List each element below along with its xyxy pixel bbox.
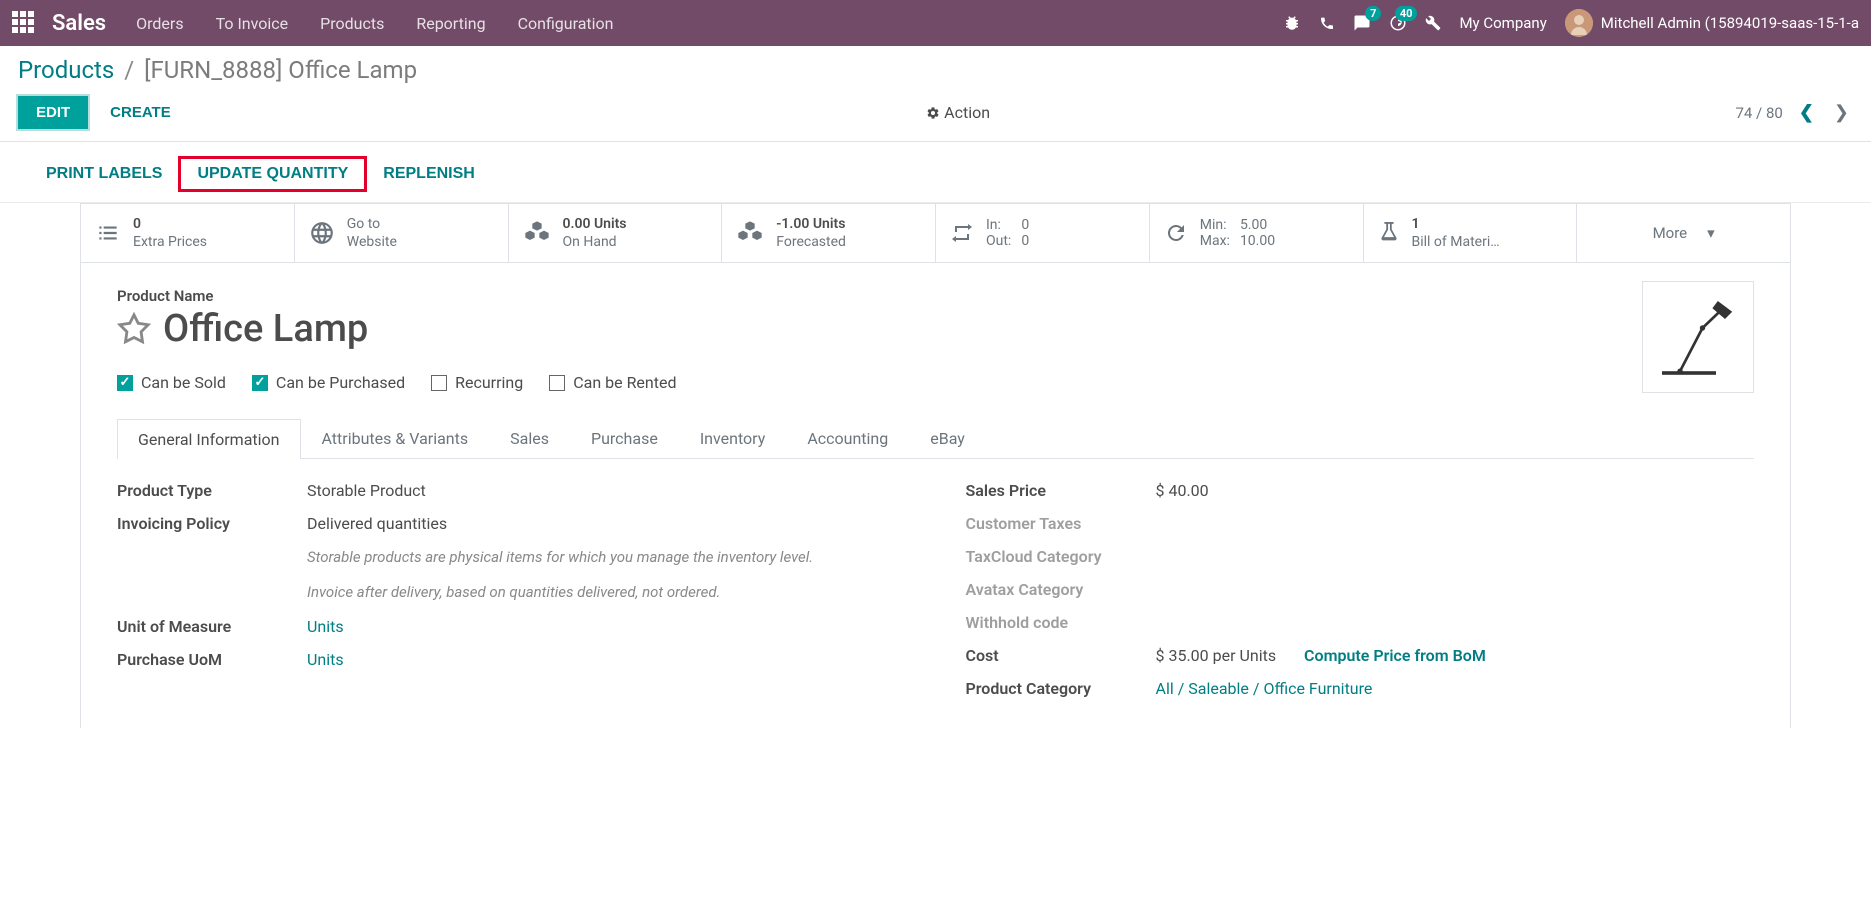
chat-badge: 7 bbox=[1365, 6, 1381, 21]
tab-attributes-variants[interactable]: Attributes & Variants bbox=[301, 418, 490, 458]
edit-button[interactable]: EDIT bbox=[18, 96, 88, 129]
tools-icon[interactable] bbox=[1425, 15, 1441, 31]
apps-icon[interactable] bbox=[12, 11, 36, 35]
tab-sales[interactable]: Sales bbox=[489, 418, 570, 458]
breadcrumb-parent[interactable]: Products bbox=[18, 56, 114, 84]
sales-price-label: Sales Price bbox=[966, 481, 1156, 500]
notebook-tabs: General Information Attributes & Variant… bbox=[117, 418, 1754, 459]
stat-button-row: 0 Extra Prices Go to Website 0.00 Units … bbox=[80, 203, 1791, 263]
bug-icon[interactable] bbox=[1283, 14, 1301, 32]
avatax-label: Avatax Category bbox=[966, 580, 1156, 599]
product-name-label: Product Name bbox=[117, 287, 1754, 305]
favorite-star-icon[interactable] bbox=[117, 312, 151, 346]
menu-to-invoice[interactable]: To Invoice bbox=[216, 14, 289, 33]
company-selector[interactable]: My Company bbox=[1459, 14, 1546, 32]
stat-in-out[interactable]: In:0 Out:0 bbox=[936, 204, 1150, 262]
customer-taxes-label: Customer Taxes bbox=[966, 514, 1156, 533]
tab-inventory[interactable]: Inventory bbox=[679, 418, 787, 458]
menu-configuration[interactable]: Configuration bbox=[518, 14, 614, 33]
cost-label: Cost bbox=[966, 646, 1156, 665]
action-dropdown[interactable]: Action bbox=[926, 103, 990, 122]
caret-down-icon: ▾ bbox=[1707, 224, 1715, 242]
taxcloud-label: TaxCloud Category bbox=[966, 547, 1156, 566]
withhold-label: Withhold code bbox=[966, 613, 1156, 632]
tab-general-information[interactable]: General Information bbox=[117, 419, 301, 459]
stat-on-hand[interactable]: 0.00 Units On Hand bbox=[509, 204, 723, 262]
menu-reporting[interactable]: Reporting bbox=[416, 14, 485, 33]
stat-extra-prices[interactable]: 0 Extra Prices bbox=[81, 204, 295, 262]
purchase-uom-value[interactable]: Units bbox=[307, 650, 906, 669]
refresh-icon bbox=[1164, 221, 1188, 245]
pager-counter[interactable]: 74 / 80 bbox=[1735, 104, 1782, 122]
brand-title[interactable]: Sales bbox=[52, 11, 106, 36]
can-be-rented-checkbox[interactable]: Can be Rented bbox=[549, 373, 676, 392]
update-quantity-button[interactable]: UPDATE QUANTITY bbox=[178, 156, 367, 192]
activity-badge: 40 bbox=[1395, 6, 1418, 21]
help-storable: Storable products are physical items for… bbox=[307, 547, 906, 568]
compute-price-link[interactable]: Compute Price from BoM bbox=[1304, 646, 1486, 665]
purchase-uom-label: Purchase UoM bbox=[117, 650, 307, 669]
control-panel: Products / [FURN_8888] Office Lamp EDIT … bbox=[0, 46, 1871, 142]
invoicing-policy-label: Invoicing Policy bbox=[117, 514, 307, 533]
stat-website[interactable]: Go to Website bbox=[295, 204, 509, 262]
main-menu: Orders To Invoice Products Reporting Con… bbox=[136, 14, 1283, 33]
stat-bom[interactable]: 1 Bill of Materi… bbox=[1364, 204, 1578, 262]
checkbox-row: Can be Sold Can be Purchased Recurring C… bbox=[117, 373, 1754, 392]
avatar bbox=[1565, 9, 1593, 37]
list-icon bbox=[95, 220, 121, 246]
activity-icon[interactable]: 40 bbox=[1389, 14, 1407, 32]
cubes-icon bbox=[523, 219, 551, 247]
can-be-sold-checkbox[interactable]: Can be Sold bbox=[117, 373, 226, 392]
category-label: Product Category bbox=[966, 679, 1156, 698]
sales-price-value: $ 40.00 bbox=[1156, 481, 1755, 500]
product-name: Office Lamp bbox=[163, 307, 368, 351]
replenish-button[interactable]: REPLENISH bbox=[367, 156, 491, 192]
form-sheet: Product Name Office Lamp Can be Sold bbox=[80, 263, 1791, 728]
breadcrumb-current: [FURN_8888] Office Lamp bbox=[144, 56, 417, 84]
tab-accounting[interactable]: Accounting bbox=[786, 418, 909, 458]
chat-icon[interactable]: 7 bbox=[1353, 14, 1371, 32]
top-navbar: Sales Orders To Invoice Products Reporti… bbox=[0, 0, 1871, 46]
stat-min-max[interactable]: Min:5.00 Max:10.00 bbox=[1150, 204, 1364, 262]
menu-products[interactable]: Products bbox=[320, 14, 384, 33]
tab-ebay[interactable]: eBay bbox=[909, 418, 986, 458]
pager-prev[interactable]: ❮ bbox=[1795, 102, 1818, 123]
menu-orders[interactable]: Orders bbox=[136, 14, 183, 33]
create-button[interactable]: CREATE bbox=[100, 98, 181, 127]
help-invoice: Invoice after delivery, based on quantit… bbox=[307, 582, 906, 603]
product-type-label: Product Type bbox=[117, 481, 307, 500]
uom-label: Unit of Measure bbox=[117, 617, 307, 636]
cost-value: $ 35.00 per Units Compute Price from BoM bbox=[1156, 646, 1755, 665]
category-value[interactable]: All / Saleable / Office Furniture bbox=[1156, 679, 1755, 698]
product-image[interactable] bbox=[1642, 281, 1754, 393]
print-labels-button[interactable]: PRINT LABELS bbox=[30, 156, 178, 192]
globe-icon bbox=[309, 220, 335, 246]
user-menu[interactable]: Mitchell Admin (15894019-saas-15-1-a bbox=[1565, 9, 1859, 37]
flask-icon bbox=[1378, 222, 1400, 244]
stat-forecasted[interactable]: -1.00 Units Forecasted bbox=[722, 204, 936, 262]
uom-value[interactable]: Units bbox=[307, 617, 906, 636]
navbar-right: 7 40 My Company Mitchell Admin (15894019… bbox=[1283, 9, 1859, 37]
pager-next[interactable]: ❯ bbox=[1830, 102, 1853, 123]
phone-icon[interactable] bbox=[1319, 15, 1335, 31]
tab-purchase[interactable]: Purchase bbox=[570, 418, 679, 458]
cubes-icon bbox=[736, 219, 764, 247]
breadcrumb: Products / [FURN_8888] Office Lamp bbox=[18, 56, 1853, 84]
recurring-checkbox[interactable]: Recurring bbox=[431, 373, 523, 392]
stat-more[interactable]: More ▾ bbox=[1577, 204, 1790, 262]
statusbar-buttons: PRINT LABELS UPDATE QUANTITY REPLENISH bbox=[0, 142, 1871, 203]
can-be-purchased-checkbox[interactable]: Can be Purchased bbox=[252, 373, 405, 392]
product-type-value: Storable Product bbox=[307, 481, 906, 500]
exchange-icon bbox=[950, 221, 974, 245]
user-name: Mitchell Admin (15894019-saas-15-1-a bbox=[1601, 14, 1859, 32]
invoicing-policy-value: Delivered quantities bbox=[307, 514, 906, 533]
